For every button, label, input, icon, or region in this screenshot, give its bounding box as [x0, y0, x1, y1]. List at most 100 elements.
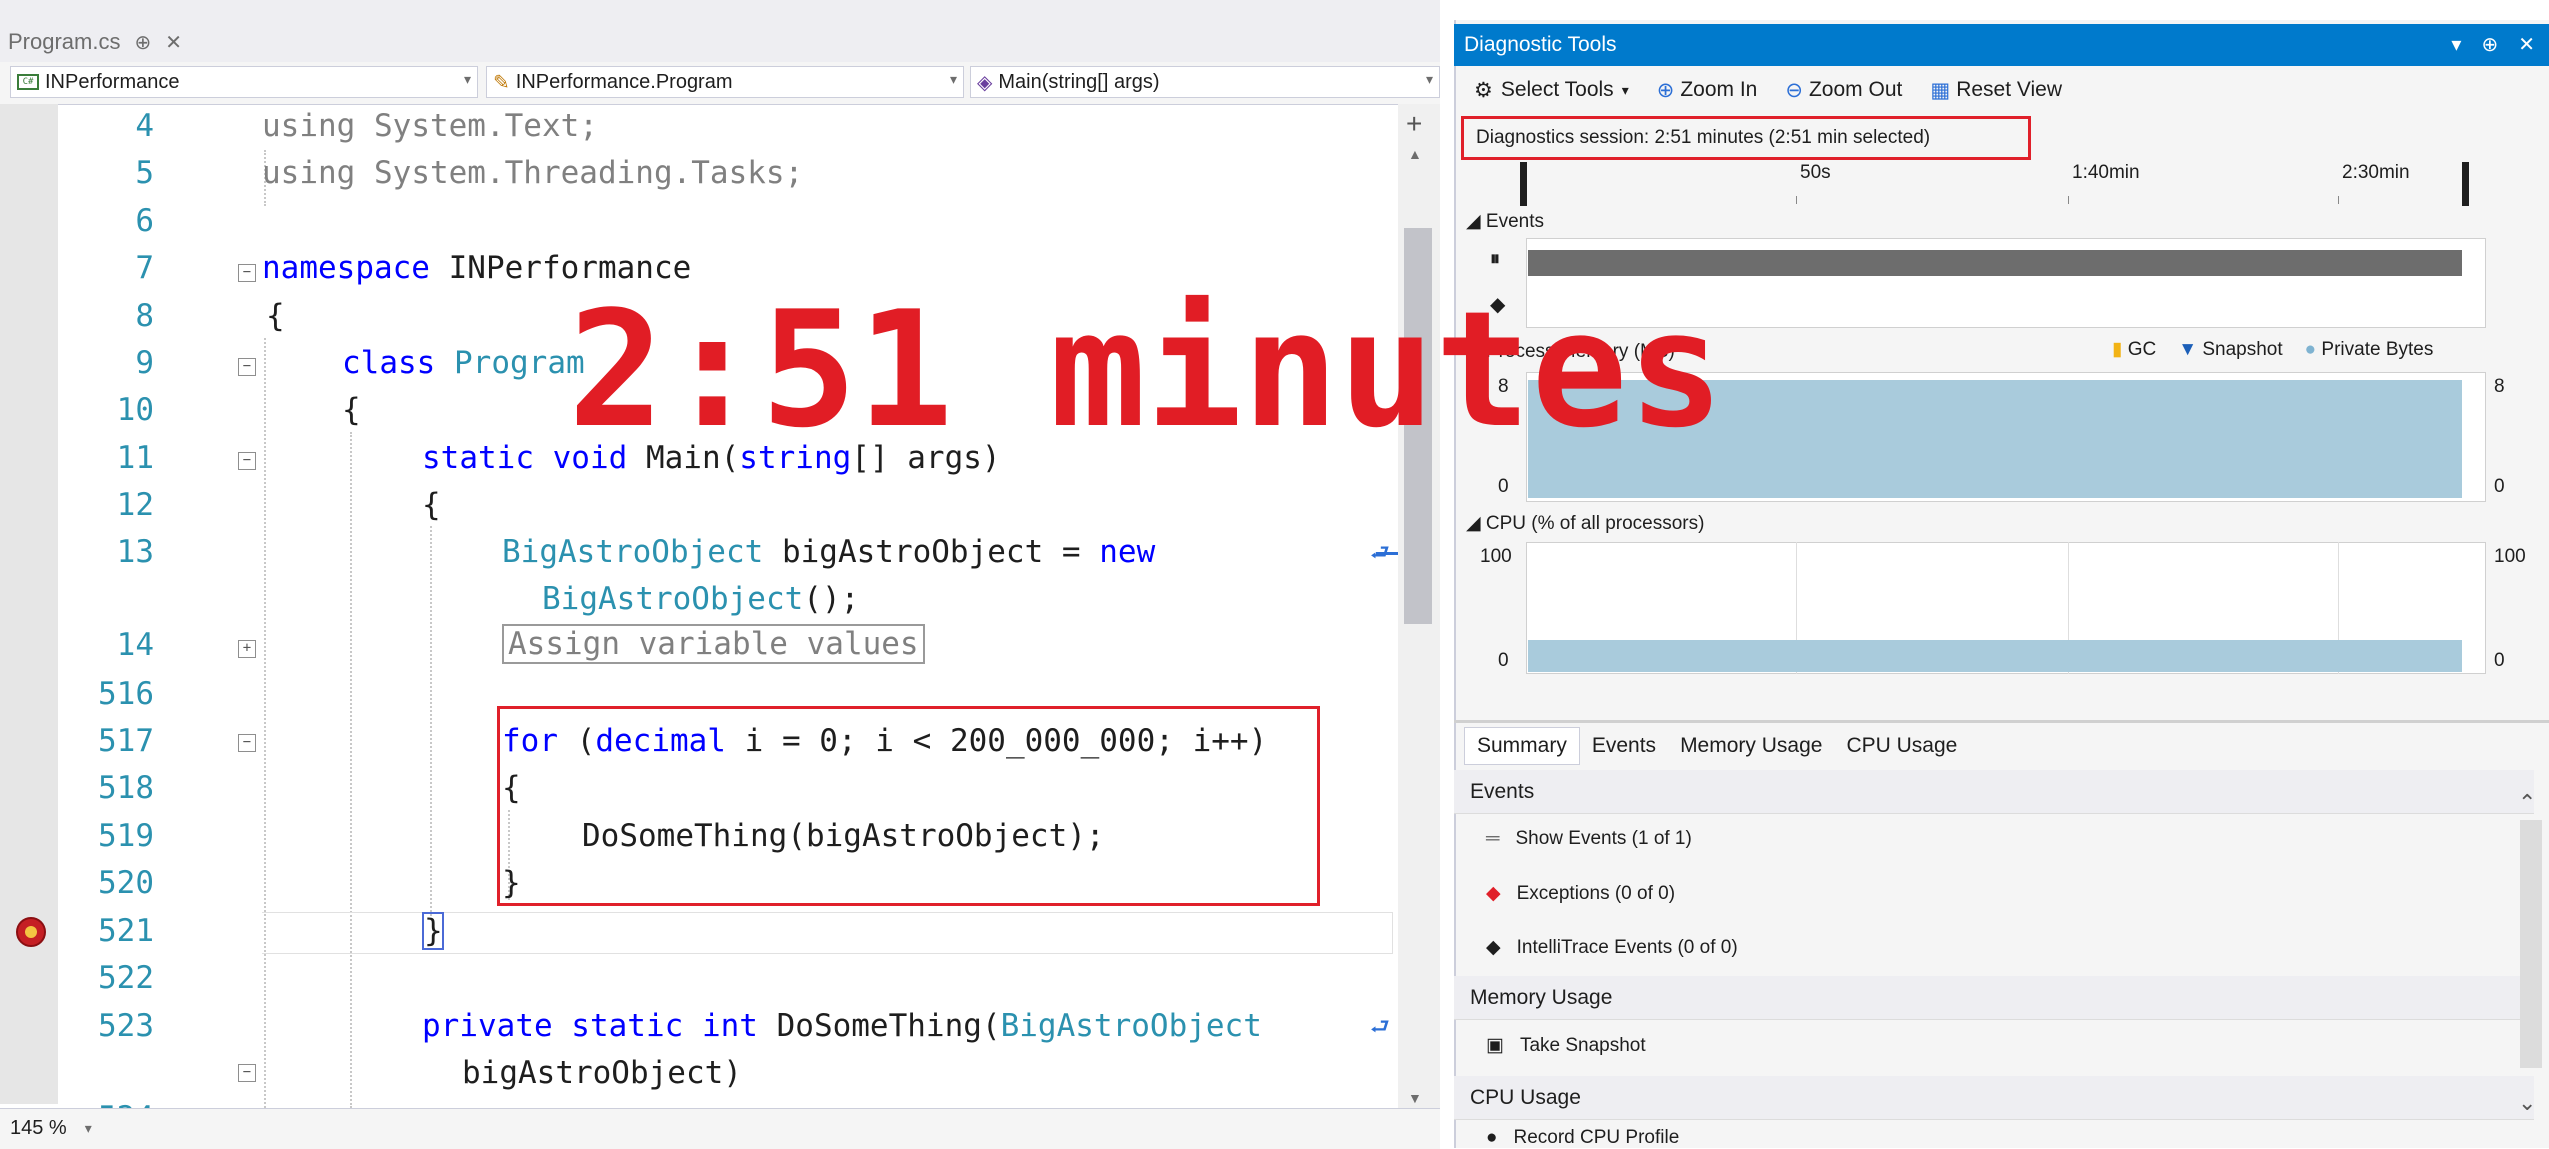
line-number: 520: [98, 865, 154, 901]
close-icon[interactable]: ✕: [165, 30, 182, 55]
dropdown-icon[interactable]: ▾: [2451, 32, 2461, 57]
brace: }: [424, 913, 443, 949]
class-icon: ✎: [493, 71, 510, 94]
duration-overlay-annotation: 2:51 minutes: [568, 276, 1724, 463]
zoom-out-button[interactable]: ⊖ Zoom Out: [1785, 78, 1902, 103]
line-number: 10: [116, 392, 154, 428]
summary-scrollbar[interactable]: [2520, 820, 2542, 1068]
type-name: BigAstroObject: [502, 534, 764, 570]
chevron-down-icon: ▾: [1425, 71, 1433, 87]
ruler-tick-label: 50s: [1800, 162, 1831, 183]
collapse-toggle[interactable]: −: [238, 358, 256, 376]
zoom-level-dropdown[interactable]: 145 % ▾: [10, 1113, 120, 1143]
type-dropdown[interactable]: ✎ INPerformance.Program ▾: [486, 66, 964, 98]
project-dropdown-value: INPerformance: [45, 70, 180, 93]
take-snapshot-button[interactable]: ▣ Take Snapshot: [1486, 1034, 1646, 1057]
breakpoint-icon[interactable]: [16, 917, 46, 947]
record-cpu-profile-button[interactable]: ● Record CPU Profile: [1486, 1128, 1679, 1148]
record-cpu-profile-label: Record CPU Profile: [1513, 1128, 1680, 1148]
legend-private-bytes-label: Private Bytes: [2321, 338, 2434, 360]
line-number: 8: [135, 298, 154, 334]
tab-events[interactable]: Events: [1580, 728, 1668, 764]
close-icon[interactable]: ✕: [2518, 32, 2535, 57]
cpu-axis-max: 100: [1480, 546, 1512, 567]
method-name: DoSomeThing(: [757, 1008, 1001, 1044]
ruler-tick-label: 2:30min: [2342, 162, 2410, 183]
events-duration-bar[interactable]: [1528, 250, 2462, 276]
code-line[interactable]: using System.Text;: [262, 108, 598, 144]
memory-axis-min: 0: [1498, 476, 1509, 497]
selection-end-handle[interactable]: [2462, 162, 2469, 206]
collapse-toggle[interactable]: −: [238, 1064, 256, 1082]
namespace-keyword: namespace: [262, 250, 430, 286]
gear-icon: ⚙: [1474, 78, 1493, 102]
exceptions-label: Exceptions (0 of 0): [1516, 882, 1676, 904]
collapsed-region-block[interactable]: Assign variable values: [502, 624, 925, 664]
indent-guide: [430, 526, 432, 916]
code-line[interactable]: class Program: [342, 345, 585, 381]
line-number: 13: [116, 534, 154, 570]
code-line[interactable]: {: [422, 487, 441, 523]
project-dropdown[interactable]: C# INPerformance ▾: [10, 66, 478, 98]
pin-icon[interactable]: ⊕: [2481, 32, 2498, 57]
pin-icon[interactable]: ⊕: [134, 30, 151, 55]
line-number: 6: [135, 203, 154, 239]
zoom-in-button[interactable]: ⊕ Zoom In: [1657, 78, 1758, 103]
code-line[interactable]: {: [266, 298, 285, 334]
exceptions-link[interactable]: ◆ Exceptions (0 of 0): [1486, 882, 1675, 905]
cpu-axis-min-right: 0: [2494, 650, 2505, 671]
using-target: System.Threading.Tasks;: [355, 155, 804, 191]
select-tools-button[interactable]: ⚙ Select Tools ▾: [1474, 78, 1629, 103]
ruler-tick: [2068, 196, 2069, 204]
scroll-down-icon[interactable]: ▼: [1408, 1090, 1422, 1106]
scroll-up-icon[interactable]: ▲: [1408, 146, 1422, 162]
private-static-int-keyword: private static int: [422, 1008, 758, 1044]
select-tools-label: Select Tools: [1500, 78, 1614, 101]
reset-view-label: Reset View: [1956, 78, 2063, 101]
chevron-down-icon[interactable]: ⌄: [2518, 1090, 2536, 1116]
cpu-usage-area: [1528, 640, 2462, 672]
code-line[interactable]: }: [424, 913, 443, 949]
collapse-toggle[interactable]: −: [238, 264, 256, 282]
reset-view-button[interactable]: ▦ Reset View: [1930, 78, 2062, 103]
line-number: 517: [98, 723, 154, 759]
diagnostic-tabs: Summary Events Memory Usage CPU Usage: [1454, 720, 2549, 768]
selection-start-handle[interactable]: [1520, 162, 1527, 206]
split-editor-icon[interactable]: +: [1406, 108, 1422, 140]
gc-icon: ▮: [2112, 339, 2123, 360]
timeline-ruler[interactable]: 50s 1:40min 2:30min: [1520, 158, 2480, 206]
parameter: bigAstroObject): [462, 1055, 742, 1091]
collapse-toggle[interactable]: −: [238, 452, 256, 470]
cpu-section-header[interactable]: ◢ CPU (% of all processors): [1466, 512, 1704, 535]
line-number: 12: [116, 487, 154, 523]
chevron-up-icon[interactable]: ⌃: [2518, 790, 2536, 816]
code-line[interactable]: BigAstroObject bigAstroObject = new: [502, 534, 1155, 570]
type-dropdown-value: INPerformance.Program: [515, 70, 733, 93]
zoom-in-label: Zoom In: [1680, 78, 1758, 101]
document-tab-label: Program.cs: [8, 29, 121, 54]
tab-memory-usage[interactable]: Memory Usage: [1668, 728, 1834, 764]
events-section-header[interactable]: ◢ Events: [1466, 210, 1544, 233]
collapse-toggle[interactable]: −: [238, 734, 256, 752]
events-list-icon: ═: [1486, 828, 1500, 849]
code-line[interactable]: private static int DoSomeThing(BigAstroO…: [422, 1008, 1262, 1044]
show-events-link[interactable]: ═ Show Events (1 of 1): [1486, 828, 1692, 850]
diagnostic-tools-title-bar[interactable]: Diagnostic Tools ▾ ⊕ ✕: [1454, 24, 2549, 66]
legend-snapshot-label: Snapshot: [2202, 338, 2283, 360]
line-number: 9: [135, 345, 154, 381]
tab-cpu-usage[interactable]: CPU Usage: [1834, 728, 1969, 764]
memory-axis-min-right: 0: [2494, 476, 2505, 497]
code-line[interactable]: BigAstroObject();: [542, 581, 859, 617]
code-line[interactable]: bigAstroObject): [462, 1055, 742, 1091]
document-tab[interactable]: Program.cs ⊕ ✕: [8, 20, 182, 64]
csharp-project-icon: C#: [17, 74, 39, 90]
code-line[interactable]: {: [342, 392, 361, 428]
member-dropdown[interactable]: ◈ Main(string[] args) ▾: [970, 66, 1440, 98]
expand-toggle[interactable]: +: [238, 640, 256, 658]
code-line[interactable]: using System.Threading.Tasks;: [262, 155, 803, 191]
chevron-down-icon: ▾: [84, 1119, 92, 1136]
tab-summary[interactable]: Summary: [1464, 726, 1580, 765]
brace: {: [266, 298, 285, 334]
intellitrace-link[interactable]: ◆ IntelliTrace Events (0 of 0): [1486, 936, 1738, 959]
line-wrap-icon: ⮐: [1370, 1015, 1390, 1040]
